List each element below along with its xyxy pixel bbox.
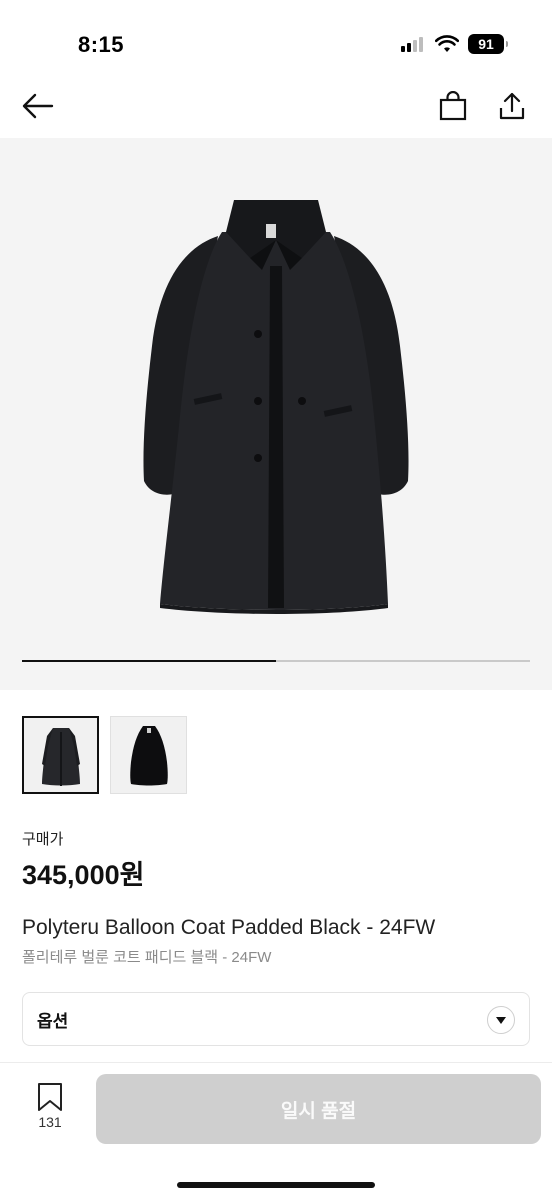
wishlist-count: 131 xyxy=(38,1114,62,1130)
option-label: 옵션 xyxy=(37,1011,69,1031)
bottom-bar-divider xyxy=(0,1062,552,1063)
product-name: Polyteru Balloon Coat Padded Black - 24F… xyxy=(22,916,436,939)
battery-level: 91 xyxy=(478,36,494,52)
cart-button[interactable] xyxy=(433,86,473,126)
chevron-down-icon xyxy=(496,1016,506,1024)
home-indicator xyxy=(177,1182,375,1188)
wifi-icon xyxy=(435,35,459,52)
nav-bar xyxy=(0,80,552,138)
thumbnail-2-image xyxy=(129,726,168,786)
status-bar: 8:15 91 xyxy=(0,0,552,80)
gallery-progress-track xyxy=(22,660,530,662)
thumbnail-1-image xyxy=(41,728,80,786)
thumbnail-2[interactable] xyxy=(110,716,187,794)
option-select[interactable]: 옵션 xyxy=(22,992,530,1046)
product-image-gallery[interactable] xyxy=(0,138,552,690)
purchase-button[interactable]: 일시 품절 xyxy=(96,1074,541,1144)
product-price: 345,000원 xyxy=(22,860,145,890)
gallery-progress-fill xyxy=(22,660,276,662)
bookmark-icon xyxy=(38,1083,62,1111)
wishlist-button[interactable]: 131 xyxy=(22,1082,78,1138)
price-label: 구매가 xyxy=(22,831,64,848)
share-button[interactable] xyxy=(492,86,532,126)
purchase-button-label: 일시 품절 xyxy=(280,1100,357,1122)
signal-icon xyxy=(401,37,423,52)
option-dropdown-button[interactable] xyxy=(487,1006,515,1034)
back-button[interactable] xyxy=(18,86,58,126)
thumbnail-1[interactable] xyxy=(22,716,99,794)
status-time: 8:15 xyxy=(78,32,125,57)
status-icons: 91 xyxy=(400,34,508,54)
thumbnail-list xyxy=(22,716,187,794)
battery-icon: 91 xyxy=(468,34,508,54)
product-name-korean: 폴리테루 벌룬 코트 패디드 블랙 - 24FW xyxy=(22,949,272,966)
back-arrow-icon xyxy=(22,93,54,119)
share-icon xyxy=(499,92,525,120)
product-image[interactable] xyxy=(130,196,422,616)
shopping-bag-icon xyxy=(439,91,467,121)
